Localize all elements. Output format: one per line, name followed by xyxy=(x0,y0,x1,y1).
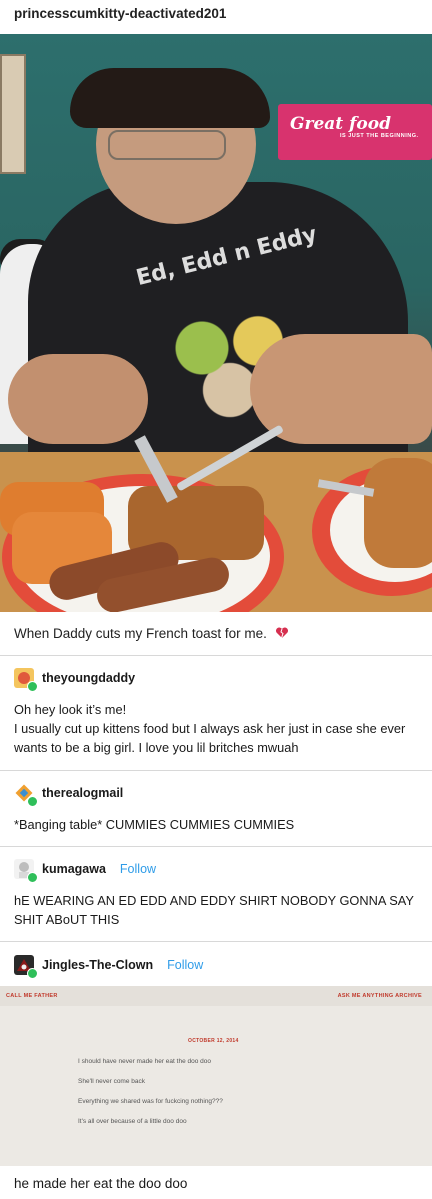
embedded-post-line: Everything we shared was for fuckcing no… xyxy=(78,1098,223,1105)
divider xyxy=(0,846,432,847)
follow-button[interactable]: Follow xyxy=(167,958,203,972)
avatar[interactable] xyxy=(14,859,38,883)
divider xyxy=(0,770,432,771)
original-poster-username[interactable]: princesscumkitty-deactivated201 xyxy=(14,6,226,21)
reblog-badge-icon xyxy=(27,681,38,692)
reblog-header: Jingles-The-Clown Follow xyxy=(14,955,203,979)
embedded-blog-title: CALL ME FATHER xyxy=(6,993,58,999)
reblog-header: theyoungdaddy xyxy=(14,668,135,692)
reblog-header: therealogmail xyxy=(14,783,123,807)
reblog-header: kumagawa Follow xyxy=(14,859,156,883)
avatar[interactable] xyxy=(14,955,38,979)
embedded-post-line: I should have never made her eat the doo… xyxy=(78,1058,211,1065)
avatar[interactable] xyxy=(14,783,38,807)
reblog-line: *Banging table* CUMMIES CUMMIES CUMMIES xyxy=(14,817,295,832)
reblog-line: hE WEARING AN ED EDD AND EDDY SHIRT NOBO… xyxy=(14,893,414,927)
divider xyxy=(0,655,432,656)
reblog-username[interactable]: Jingles-The-Clown xyxy=(42,958,153,972)
reblog-text: hE WEARING AN ED EDD AND EDDY SHIRT NOBO… xyxy=(14,891,418,929)
photo-glasses xyxy=(108,130,226,160)
post-caption: When Daddy cuts my French toast for me. xyxy=(14,626,289,641)
reblog-username[interactable]: kumagawa xyxy=(42,862,106,876)
embedded-post-line: She'll never come back xyxy=(78,1078,145,1085)
embedded-post-line: It's all over because of a little doo do… xyxy=(78,1118,187,1125)
post-photo: Great food IS JUST THE BEGINNING. Ed, Ed… xyxy=(0,34,432,612)
reblog-badge-icon xyxy=(27,872,38,883)
reblog-username[interactable]: therealogmail xyxy=(42,786,123,800)
reblog-username[interactable]: theyoungdaddy xyxy=(42,671,135,685)
restaurant-sign: Great food IS JUST THE BEGINNING. xyxy=(278,104,432,160)
sign-title: Great food xyxy=(290,114,391,134)
sign-subtitle: IS JUST THE BEGINNING. xyxy=(340,133,419,139)
follow-button[interactable]: Follow xyxy=(120,862,156,876)
photo-hair xyxy=(70,68,270,128)
divider xyxy=(0,941,432,942)
reblog-text: he made her eat the doo doo xyxy=(14,1176,188,1191)
reblog-line: I usually cut up kittens food but I alwa… xyxy=(14,721,406,755)
broken-heart-icon xyxy=(275,627,288,639)
reblog-text: *Banging table* CUMMIES CUMMIES CUMMIES xyxy=(14,815,418,834)
embedded-blog-screenshot: CALL ME FATHER ASK ME ANYTHING ARCHIVE O… xyxy=(0,986,432,1166)
photo-wall-frame xyxy=(0,54,26,174)
embedded-blog-nav: ASK ME ANYTHING ARCHIVE xyxy=(337,993,422,999)
avatar[interactable] xyxy=(14,668,38,692)
embedded-post-date: OCTOBER 12, 2014 xyxy=(188,1038,239,1044)
caption-text: When Daddy cuts my French toast for me. xyxy=(14,626,267,641)
reblog-badge-icon xyxy=(27,796,38,807)
photo-second-plate-food xyxy=(364,458,432,568)
reblog-badge-icon xyxy=(27,968,38,979)
reblog-line: Oh hey look it’s me! xyxy=(14,702,127,717)
photo-left-hand xyxy=(8,354,148,444)
reblog-text: Oh hey look it’s me! I usually cut up ki… xyxy=(14,700,418,757)
